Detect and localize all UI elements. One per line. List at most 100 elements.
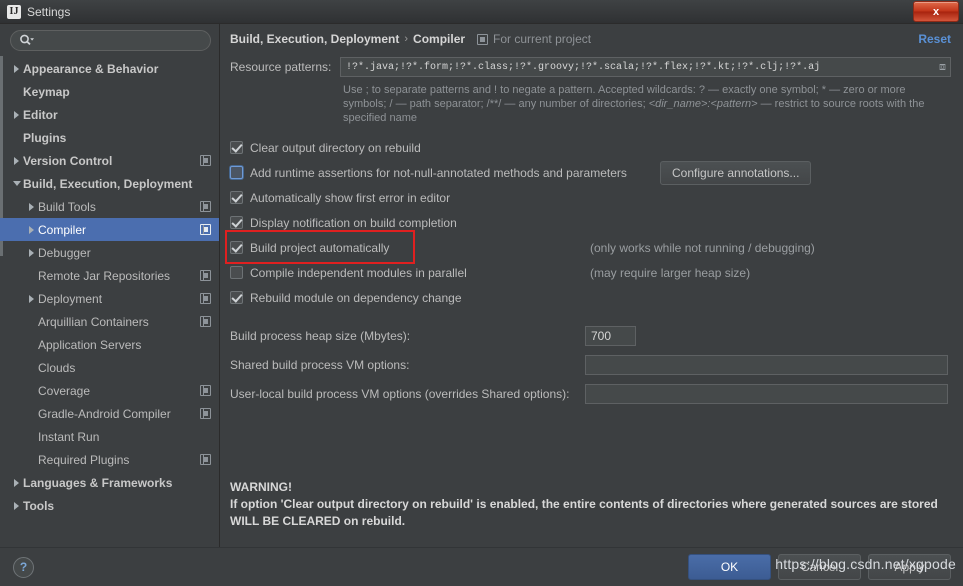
field-row-user-local-build-process-vm-options-overri: User-local build process VM options (ove… [230,379,951,408]
field-row-shared-build-process-vm-options: Shared build process VM options: [230,350,951,379]
sidebar-item-label: Editor [23,107,58,122]
project-scope-icon [200,454,211,465]
ok-button[interactable]: OK [688,554,771,580]
sidebar-item-instant-run[interactable]: Instant Run [0,425,219,448]
sidebar-item-label: Arquillian Containers [38,314,149,329]
checkbox-row-build-project-automatically[interactable]: Build project automatically (only works w… [225,230,951,264]
sidebar-item-build-tools[interactable]: Build Tools [0,195,219,218]
chevron-right-icon[interactable] [10,494,23,517]
breadcrumb-parent[interactable]: Build, Execution, Deployment [230,32,399,46]
help-icon[interactable]: ? [13,556,34,578]
breadcrumb-current: Compiler [413,32,466,46]
input-build-process-heap-size-mbytes[interactable] [585,325,636,346]
sidebar-item-label: Languages & Frameworks [23,475,173,490]
sidebar-item-label: Build Tools [38,199,96,214]
scope-label: For current project [493,32,592,46]
resource-patterns-row: Resource patterns: !?*.java;!?*.form;!?*… [230,57,951,77]
sidebar-item-version-control[interactable]: Version Control [0,149,219,172]
checkbox-label: Automatically show first error in editor [250,190,451,205]
checkbox-label: Rebuild module on dependency change [250,290,462,305]
sidebar-item-deployment[interactable]: Deployment [0,287,219,310]
checkbox-row-automatically-show-first-error-in-editor[interactable]: Automatically show first error in editor [230,185,951,210]
chevron-right-icon[interactable] [10,57,23,80]
close-icon[interactable]: x [913,1,959,22]
sidebar-item-required-plugins[interactable]: Required Plugins [0,448,219,471]
project-scope-icon [200,408,211,419]
sidebar-item-editor[interactable]: Editor [0,103,219,126]
checkbox-build-project-automatically[interactable] [230,241,243,254]
sidebar-item-arquillian-containers[interactable]: Arquillian Containers [0,310,219,333]
checkbox-label: Build project automatically [250,240,390,255]
warning-title: WARNING! [230,480,292,494]
sidebar-item-label: Gradle-Android Compiler [38,406,171,421]
checkbox-automatically-show-first-error-in-editor[interactable] [230,191,243,204]
resource-patterns-label: Resource patterns: [230,60,332,74]
checkbox-row-add-runtime-assertions-for-not-null-annotated-[interactable]: Add runtime assertions for not-null-anno… [230,160,951,185]
window-title: Settings [27,4,71,19]
chevron-right-icon[interactable] [25,218,38,241]
project-scope-icon [200,224,211,235]
chevron-right-icon[interactable] [25,241,38,264]
chevron-right-icon[interactable] [10,149,23,172]
expand-icon[interactable]: ⧈ [939,61,946,74]
sidebar-item-gradle-android-compiler[interactable]: Gradle-Android Compiler [0,402,219,425]
resource-patterns-field[interactable]: !?*.java;!?*.form;!?*.class;!?*.groovy;!… [340,57,951,77]
chevron-down-icon[interactable] [10,172,23,195]
checkbox-display-notification-on-build-completion[interactable] [230,216,243,229]
checkbox-row-compile-independent-modules-in-parallel[interactable]: Compile independent modules in parallel (… [230,260,951,285]
warning-line-2: WILL BE CLEARED on rebuild. [230,514,406,528]
sidebar-item-debugger[interactable]: Debugger [0,241,219,264]
input-shared-build-process-vm-options[interactable] [585,354,948,375]
chevron-right-glyph [29,294,34,303]
sidebar-item-remote-jar-repositories[interactable]: Remote Jar Repositories [0,264,219,287]
chevron-right-glyph [14,110,19,119]
search-box[interactable] [10,30,211,51]
input-user-local-build-process-vm-options-overri[interactable] [585,383,948,404]
settings-detail-pane: Build, Execution, Deployment › Compiler … [220,24,963,547]
checkbox-row-rebuild-module-on-dependency-change[interactable]: Rebuild module on dependency change [230,285,951,310]
sidebar-item-label: Compiler [38,222,87,237]
search-icon [19,34,34,47]
sidebar-item-appearance-behavior[interactable]: Appearance & Behavior [0,57,219,80]
chevron-right-glyph [29,248,34,257]
sidebar-item-application-servers[interactable]: Application Servers [0,333,219,356]
sidebar-item-tools[interactable]: Tools [0,494,219,517]
checkbox-row-clear-output-directory-on-rebuild[interactable]: Clear output directory on rebuild [230,135,951,160]
sidebar-item-build-execution-deployment[interactable]: Build, Execution, Deployment [0,172,219,195]
checkbox-add-runtime-assertions-for-not-null-annotated-[interactable] [230,166,243,179]
sidebar-item-languages-frameworks[interactable]: Languages & Frameworks [0,471,219,494]
sidebar-item-clouds[interactable]: Clouds [0,356,219,379]
sidebar-item-coverage[interactable]: Coverage [0,379,219,402]
sidebar-item-compiler[interactable]: Compiler [0,218,219,241]
checkbox-compile-independent-modules-in-parallel[interactable] [230,266,243,279]
project-scope-icon [200,270,211,281]
app-logo-icon: IJ [7,4,21,19]
sidebar-item-plugins[interactable]: Plugins [0,126,219,149]
search-input[interactable] [34,32,210,49]
sidebar-item-label: Required Plugins [38,452,130,467]
sidebar-item-keymap[interactable]: Keymap [0,80,219,103]
checkbox-rebuild-module-on-dependency-change[interactable] [230,291,243,304]
chevron-right-icon[interactable] [25,287,38,310]
checkbox-label: Display notification on build completion [250,215,457,230]
project-scope-icon [200,201,211,212]
project-scope-icon [200,316,211,327]
compiler-fields: Build process heap size (Mbytes): Shared … [230,321,951,408]
checkbox-note: (may require larger heap size) [590,265,751,280]
warning-block: WARNING! If option 'Clear output directo… [230,479,938,530]
sidebar-item-label: Deployment [38,291,103,306]
field-row-build-process-heap-size-mbytes: Build process heap size (Mbytes): [230,321,951,350]
configure-annotations-button[interactable]: Configure annotations... [660,161,812,185]
chevron-right-icon[interactable] [10,471,23,494]
checkbox-clear-output-directory-on-rebuild[interactable] [230,141,243,154]
checkbox-row-display-notification-on-build-completion[interactable]: Display notification on build completion [230,210,951,235]
chevron-right-glyph [14,501,19,510]
checkbox-label: Clear output directory on rebuild [250,140,421,155]
reset-link[interactable]: Reset [918,32,951,46]
chevron-right-icon[interactable] [25,195,38,218]
chevron-right-icon[interactable] [10,103,23,126]
window-titlebar: IJ Settings x [0,0,963,24]
checkbox-label: Add runtime assertions for not-null-anno… [250,165,627,180]
